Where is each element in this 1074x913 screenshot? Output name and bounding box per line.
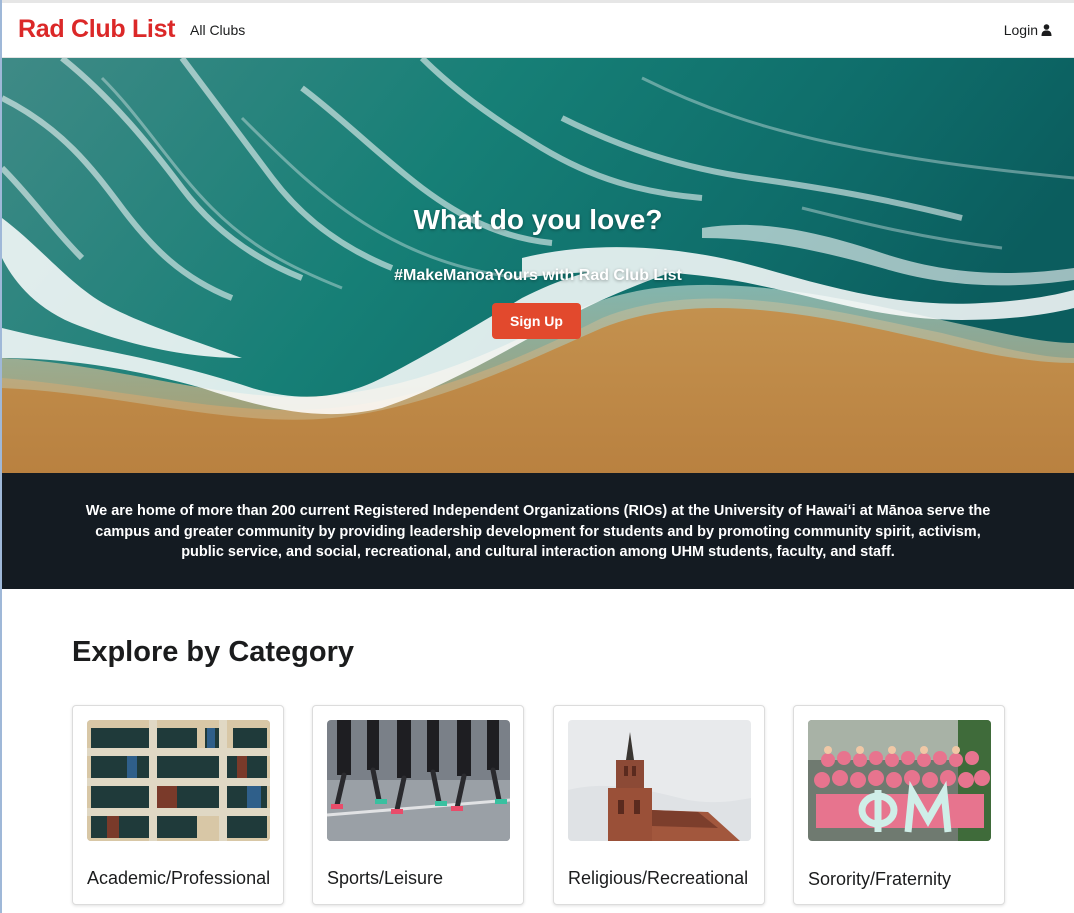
login-label: Login xyxy=(1003,22,1038,38)
info-text: We are home of more than 200 current Reg… xyxy=(85,503,991,560)
info-band: We are home of more than 200 current Reg… xyxy=(2,473,1074,589)
category-card-sports[interactable]: Sports/Leisure xyxy=(312,705,524,905)
section-title: Explore by Category xyxy=(72,636,355,668)
church-tower-image xyxy=(568,720,751,841)
category-label: Academic/Professional xyxy=(87,868,271,888)
login-link[interactable]: Login xyxy=(1004,22,1052,38)
category-card-sorority[interactable]: Sorority/Fraternity xyxy=(793,705,1005,905)
category-label: Sorority/Fraternity xyxy=(808,869,952,889)
category-card-religious[interactable]: Religious/Recreational xyxy=(553,705,765,905)
brand-logo-link[interactable]: Rad Club List xyxy=(18,15,176,44)
runners-image xyxy=(327,720,510,841)
category-label: Religious/Recreational xyxy=(568,868,749,888)
sorority-group-image xyxy=(808,720,991,841)
bookshelf-image xyxy=(87,720,270,841)
hero-banner: What do you love? #MakeManoaYours with R… xyxy=(2,58,1074,473)
hero-subtitle: #MakeManoaYours with Rad Club List xyxy=(394,267,682,284)
sign-up-button[interactable]: Sign Up xyxy=(492,303,581,339)
hero-title: What do you love? xyxy=(413,204,663,235)
category-label: Sports/Leisure xyxy=(327,868,444,888)
category-card-academic[interactable]: Academic/Professional xyxy=(72,705,284,905)
ocean-waves-image xyxy=(2,58,1074,473)
all-clubs-link[interactable]: All Clubs xyxy=(190,22,245,38)
top-navbar: Rad Club List All Clubs Login xyxy=(2,3,1074,58)
user-icon xyxy=(1041,24,1052,36)
